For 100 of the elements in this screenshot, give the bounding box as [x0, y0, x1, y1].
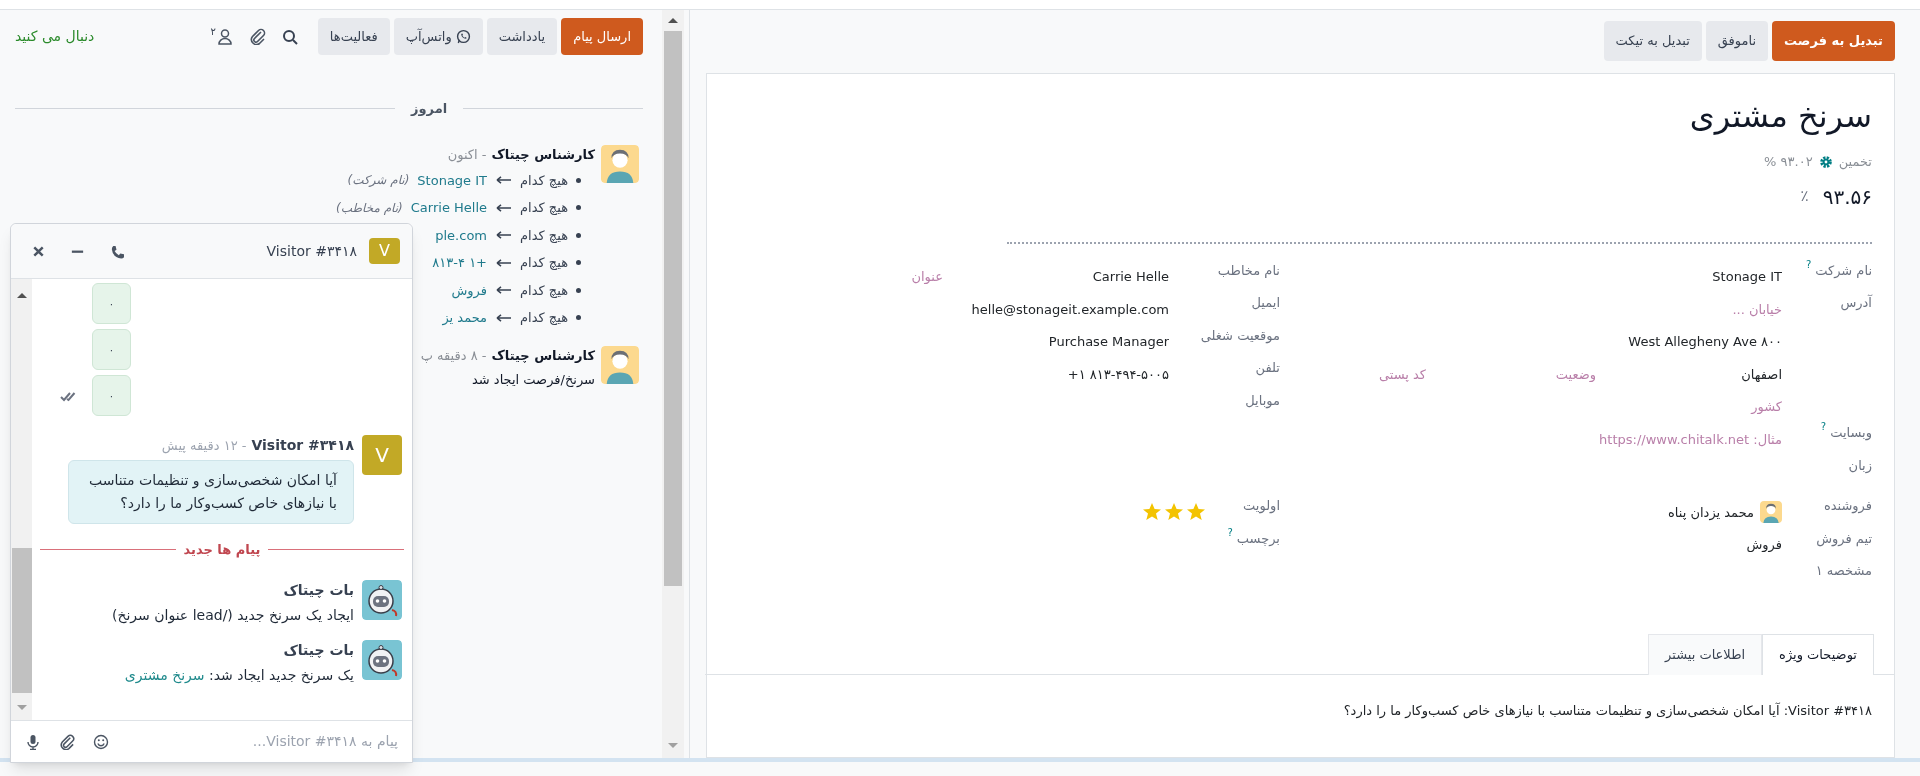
- help-mark: ?: [1805, 257, 1812, 272]
- search-icon[interactable]: [281, 28, 298, 45]
- chatter-tab[interactable]: فعالیت‌ها: [317, 18, 390, 55]
- country-field[interactable]: کشور: [1482, 394, 1782, 419]
- tab[interactable]: اطلاعات بیشتر: [1648, 633, 1763, 675]
- salesperson-name[interactable]: محمد یزدان پناه: [1668, 502, 1754, 522]
- text-field[interactable]: مثال: https://www.chitalk.net: [1482, 427, 1782, 452]
- title-field[interactable]: عنوان: [803, 264, 943, 289]
- record-link[interactable]: سرنخ مشتری: [124, 666, 205, 683]
- chatter-tab[interactable]: ارسال پیام: [561, 18, 643, 55]
- description-text: Visitor #۳۴۱۸: آیا امکان شخصی‌سازی و تنظیمات متناسب با نیازهای خاص کسب‌وکار ما را دارد؟: [1342, 701, 1872, 720]
- probability-value: ۹۳.۵۶: [1822, 183, 1872, 211]
- new-value-link[interactable]: محمد یز: [442, 308, 487, 328]
- person-avatar: [1760, 501, 1782, 524]
- zip-field[interactable]: کد پستی: [1306, 362, 1426, 387]
- contact-name-field[interactable]: Carrie Helle: [956, 264, 1169, 289]
- new-messages-divider: پیام ها جدید: [183, 541, 261, 560]
- paperclip-icon[interactable]: [248, 28, 266, 45]
- chat-title: Visitor #۳۴۱۸: [266, 241, 357, 261]
- arrow-icon: [495, 230, 512, 241]
- message-input[interactable]: پیام به Visitor #۳۴۱۸...: [127, 731, 398, 752]
- person-avatar: [601, 144, 639, 183]
- percent-sign: ٪: [1800, 186, 1809, 208]
- message-time: - ۸ دقیقه پ: [420, 346, 487, 365]
- message-bubble: ۰: [92, 375, 131, 416]
- text-field[interactable]: فروش: [1482, 532, 1782, 557]
- arrow-icon: [495, 285, 512, 296]
- phone-field[interactable]: +۱ ۸۱۳-۴۹۴-۵۰۰۵: [956, 362, 1169, 387]
- scrollbar[interactable]: [11, 279, 32, 720]
- message-time: - اکنون: [447, 145, 487, 164]
- field-label: اولویت: [1243, 497, 1280, 516]
- text-field[interactable]: helle@stonageit.example.com: [869, 297, 1169, 322]
- field-name: (نام مخاطب): [336, 199, 403, 217]
- message-bubble: ۰: [92, 329, 131, 370]
- phone-icon[interactable]: [109, 243, 124, 259]
- street-field[interactable]: West Allegheny Ave ۸۰۰: [1482, 329, 1782, 354]
- field-label: فروشنده: [1823, 497, 1872, 516]
- field-label: نام مخاطب: [1217, 261, 1280, 280]
- visitor-avatar: V: [362, 435, 402, 475]
- follower-count: ۲: [210, 25, 216, 39]
- visitor-avatar: V: [369, 238, 400, 264]
- field-label: زبان: [1848, 456, 1872, 475]
- old-value: هیچ کدام: [520, 254, 568, 272]
- field-label: برچسب: [1236, 529, 1280, 548]
- message-text: یک سرنخ جدید ایجاد شد: سرنخ مشتری: [124, 665, 354, 686]
- state-field[interactable]: وضعیت: [1466, 362, 1596, 387]
- field-label: نام شرکت: [1815, 261, 1872, 280]
- star-icon: [1142, 502, 1162, 523]
- arrow-icon: [495, 175, 512, 186]
- field-name: (نام شرکت): [347, 172, 410, 190]
- text-field[interactable]: Purchase Manager: [869, 329, 1169, 354]
- star-icon: [1164, 502, 1184, 523]
- author-name: Visitor #۳۴۱۸: [251, 436, 354, 455]
- record-title: سرنخ مشتری: [1688, 96, 1872, 137]
- estimate-value: ۹۳.۰۲ %: [1764, 153, 1813, 171]
- action-button[interactable]: تبدیل به تیکت: [1603, 21, 1702, 61]
- message-bubble: آیا امکان شخصی‌سازی و تنظیمات متناسب با نیازهای خاص کسب‌وکار ما را دارد؟: [68, 460, 354, 524]
- microphone-icon[interactable]: [25, 733, 41, 750]
- arrow-icon: [495, 257, 512, 268]
- author-name: بات چیتاک: [282, 640, 354, 660]
- field-label: وبسایت: [1830, 424, 1872, 443]
- field-label: موقعیت شغلی: [1200, 326, 1280, 345]
- field-label: موبایل: [1245, 391, 1280, 410]
- field-label: تلفن: [1255, 359, 1280, 378]
- new-value-link[interactable]: Carrie Helle: [410, 198, 487, 218]
- chatter-tab[interactable]: واتس‌آپ: [393, 18, 483, 55]
- new-value-link[interactable]: ple.com: [435, 225, 487, 245]
- old-value: هیچ کدام: [520, 199, 568, 217]
- chatter-tab[interactable]: یادداشت: [486, 18, 558, 55]
- tab[interactable]: توضیحات ویژه: [1762, 633, 1874, 675]
- action-button[interactable]: تبدیل به فرصت: [1772, 21, 1895, 61]
- message-bubble: ۰: [92, 283, 131, 324]
- message-text: ایجاد یک سرنخ جدید (/lead عنوان سرنخ): [111, 605, 354, 626]
- message-text: سرنخ/فرصت ایجاد شد: [471, 370, 595, 389]
- followers-icon[interactable]: [216, 28, 233, 45]
- new-value-link[interactable]: +۱ ۸۱۳-۴: [432, 253, 487, 273]
- emoji-icon[interactable]: [93, 733, 109, 750]
- text-field[interactable]: Stonage IT: [1482, 264, 1782, 289]
- follow-link[interactable]: دنبال می کنید: [15, 26, 95, 47]
- action-button[interactable]: ناموفق: [1705, 21, 1769, 61]
- author-name: کارشناس چیتاک: [491, 145, 595, 164]
- author-name: بات چیتاک: [282, 580, 354, 600]
- arrow-icon: [495, 312, 512, 323]
- paperclip-icon[interactable]: [59, 733, 75, 750]
- arrow-icon: [495, 202, 512, 213]
- scrollbar[interactable]: [662, 10, 684, 758]
- field-label: مشخصه ۱: [1815, 562, 1872, 580]
- whatsapp-icon: [455, 29, 471, 44]
- person-avatar: [601, 345, 639, 384]
- estimate-label: تخمین: [1838, 153, 1872, 172]
- author-name: کارشناس چیتاک: [491, 346, 595, 365]
- old-value: هیچ کدام: [520, 281, 568, 300]
- street-field[interactable]: خیابان ...: [1482, 297, 1782, 322]
- robot-avatar: [362, 579, 402, 620]
- new-value-link[interactable]: فروش: [451, 280, 487, 300]
- scroll-down-icon: [667, 741, 679, 750]
- old-value: هیچ کدام: [520, 309, 568, 327]
- city-field[interactable]: اصفهان: [1636, 362, 1782, 387]
- new-value-link[interactable]: Stonage IT: [417, 170, 487, 190]
- scroll-up-icon: [667, 16, 679, 25]
